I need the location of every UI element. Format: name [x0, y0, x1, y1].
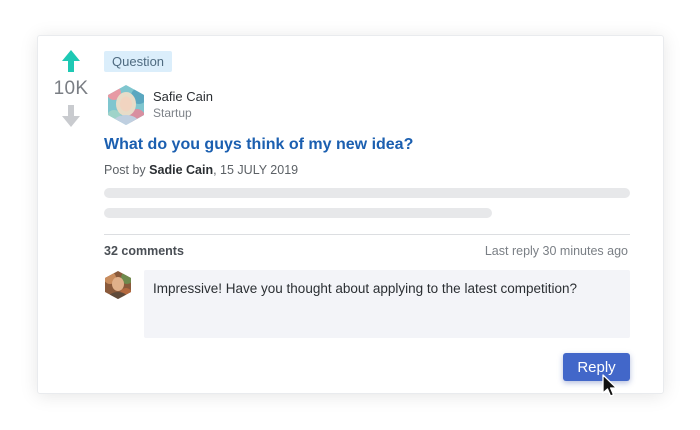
byline-date: , 15 JULY 2019	[213, 163, 299, 177]
author-role: Startup	[153, 106, 192, 120]
user-avatar	[105, 271, 131, 299]
question-card: 10K Question Safie Cain Startup What do …	[37, 35, 664, 394]
last-reply-time: Last reply 30 minutes ago	[484, 244, 628, 258]
post-title[interactable]: What do you guys think of my new idea?	[104, 136, 413, 154]
post-byline: Post by Sadie Cain, 15 JULY 2019	[104, 163, 298, 177]
downvote-arrow-icon[interactable]	[62, 105, 80, 127]
author-name[interactable]: Safie Cain	[153, 89, 213, 105]
content-placeholder-line	[104, 208, 492, 218]
vote-count: 10K	[53, 78, 89, 99]
reply-button[interactable]: Reply	[563, 353, 630, 381]
content-placeholder-line	[104, 188, 630, 198]
category-tag[interactable]: Question	[104, 51, 173, 72]
reply-input[interactable]: Impressive! Have you thought about apply…	[144, 270, 630, 338]
byline-author[interactable]: Sadie Cain	[149, 163, 213, 177]
author-avatar[interactable]	[106, 84, 146, 126]
post-author: Safie Cain Startup	[106, 84, 213, 126]
vote-column: 10K	[52, 50, 90, 127]
comments-count[interactable]: 32 comments	[104, 244, 184, 258]
byline-prefix: Post by	[104, 163, 146, 177]
upvote-arrow-icon[interactable]	[62, 50, 80, 72]
divider	[104, 234, 630, 235]
